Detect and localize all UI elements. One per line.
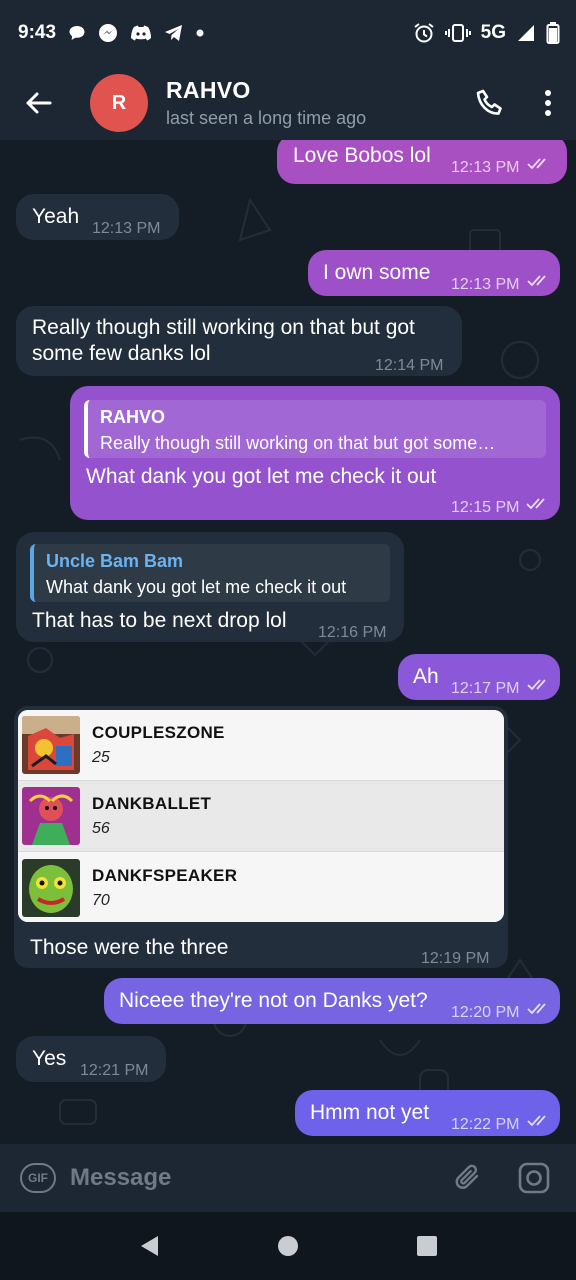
message-text: Yes <box>32 1047 67 1070</box>
camera-icon <box>518 1162 550 1194</box>
list-item[interactable]: DANKFSPEAKER 70 <box>18 852 504 922</box>
reply-text: Really though still working on that but … <box>100 433 496 453</box>
message-text: Those were the three <box>30 936 229 959</box>
kebab-menu-icon <box>545 90 551 116</box>
attach-button[interactable] <box>446 1156 490 1200</box>
last-seen-status: last seen a long time ago <box>166 108 367 128</box>
message-time: 12:17 PM <box>451 680 520 697</box>
read-ticks-icon <box>526 498 545 510</box>
vibrate-icon <box>444 23 471 43</box>
alarm-icon <box>413 22 435 44</box>
message-outgoing[interactable]: Niceee they're not on Danks yet? 12:20 P… <box>104 978 560 1024</box>
message-time: 12:13 PM <box>451 276 520 293</box>
list-item[interactable]: COUPLESZONE 25 <box>18 710 504 781</box>
message-input[interactable] <box>70 1158 430 1198</box>
telegram-icon <box>164 24 184 42</box>
collection-thumbnail <box>22 716 80 774</box>
collection-thumbnail <box>22 787 80 845</box>
chat-header: R RAHVO last seen a long time ago <box>0 66 576 140</box>
nav-home-button[interactable] <box>258 1216 318 1276</box>
collection-name: DANKFSPEAKER <box>92 865 238 885</box>
message-text: Ah <box>413 665 439 688</box>
dot-icon <box>196 29 204 37</box>
phone-icon <box>476 89 502 115</box>
message-time: 12:13 PM <box>92 220 161 237</box>
message-incoming-reply[interactable]: Uncle Bam Bam What dank you got let me c… <box>16 532 404 642</box>
message-outgoing-reply[interactable]: RAHVO Really though still working on tha… <box>70 386 560 520</box>
network-type: 5G <box>480 22 506 43</box>
read-ticks-icon <box>527 1003 546 1015</box>
paperclip-icon <box>455 1164 479 1189</box>
message-text: That has to be next drop lol <box>32 609 287 632</box>
message-text: Niceee they're not on Danks yet? <box>119 989 428 1012</box>
message-time: 12:15 PM <box>451 499 520 516</box>
message-time: 12:19 PM <box>421 950 490 967</box>
read-ticks-icon <box>527 158 546 170</box>
message-input-bar: GIF <box>0 1144 576 1212</box>
collection-name: COUPLESZONE <box>92 723 225 742</box>
message-text: Yeah <box>32 205 80 228</box>
message-time: 12:14 PM <box>375 357 444 374</box>
status-time: 9:43 <box>18 22 57 43</box>
message-text-line-2: some few danks lol <box>32 342 211 365</box>
status-bar: 9:43 5G <box>0 0 576 66</box>
reply-quote[interactable]: RAHVO Really though still working on tha… <box>84 400 546 458</box>
collection-count: 70 <box>92 891 110 909</box>
message-time: 12:16 PM <box>318 624 387 641</box>
message-time: 12:22 PM <box>451 1116 520 1133</box>
message-text: Hmm not yet <box>310 1101 430 1124</box>
message-time: 12:20 PM <box>451 1004 520 1021</box>
message-incoming[interactable]: Really though still working on that but … <box>16 306 462 376</box>
collection-thumbnail <box>22 858 80 917</box>
gif-button[interactable]: GIF <box>20 1163 56 1193</box>
chat-messages[interactable]: Love Bobos lol 12:13 PM Yeah 12:13 PM I … <box>0 140 576 1144</box>
message-text: I own some <box>323 261 431 284</box>
read-ticks-icon <box>527 679 546 691</box>
camera-button[interactable] <box>512 1156 556 1200</box>
message-incoming[interactable]: Yes 12:21 PM <box>16 1036 166 1082</box>
shared-list-card[interactable]: COUPLESZONE 25 DANKBALLET 56 DANKFSPEAKE… <box>18 710 504 922</box>
message-outgoing[interactable]: Hmm not yet 12:22 PM <box>295 1090 560 1136</box>
reply-quote[interactable]: Uncle Bam Bam What dank you got let me c… <box>30 544 390 602</box>
nav-back-button[interactable] <box>119 1216 179 1276</box>
message-outgoing[interactable]: I own some 12:13 PM <box>308 250 560 296</box>
discord-icon <box>130 25 152 41</box>
system-navigation-bar <box>0 1212 576 1280</box>
message-time: 12:13 PM <box>451 159 520 176</box>
signal-icon <box>516 23 536 43</box>
read-ticks-icon <box>527 275 546 287</box>
chat-info[interactable]: RAHVO last seen a long time ago <box>166 77 366 129</box>
triangle-back-icon <box>141 1236 159 1256</box>
message-time: 12:21 PM <box>80 1062 149 1079</box>
messenger-icon <box>98 23 118 43</box>
more-options-button[interactable] <box>520 73 576 133</box>
avatar-letter: R <box>111 91 127 114</box>
list-item[interactable]: DANKBALLET 56 <box>18 781 504 852</box>
battery-icon <box>546 22 560 44</box>
read-ticks-icon <box>527 1115 546 1127</box>
avatar[interactable]: R <box>90 74 148 132</box>
back-button[interactable] <box>0 66 76 140</box>
collection-name: DANKBALLET <box>92 794 212 813</box>
chat-bubble-icon <box>68 24 86 42</box>
message-text-line-1: Really though still working on that but … <box>32 316 415 339</box>
reply-author: RAHVO <box>100 407 166 427</box>
reply-author: Uncle Bam Bam <box>46 551 184 571</box>
call-button[interactable] <box>460 73 520 133</box>
collection-count: 25 <box>92 749 110 766</box>
square-recents-icon <box>416 1236 437 1256</box>
message-text: What dank you got let me check it out <box>86 465 437 488</box>
arrow-left-icon <box>26 92 52 114</box>
message-text: Love Bobos lol <box>293 144 431 167</box>
reply-text: What dank you got let me check it out <box>46 577 347 597</box>
chat-title: RAHVO <box>166 77 251 103</box>
circle-home-icon <box>277 1236 298 1256</box>
message-outgoing[interactable]: Ah 12:17 PM <box>398 654 560 700</box>
nav-recents-button[interactable] <box>397 1216 457 1276</box>
message-incoming[interactable]: Yeah 12:13 PM <box>16 194 179 240</box>
message-outgoing[interactable]: Love Bobos lol 12:13 PM <box>277 140 567 184</box>
collection-count: 56 <box>92 820 110 837</box>
